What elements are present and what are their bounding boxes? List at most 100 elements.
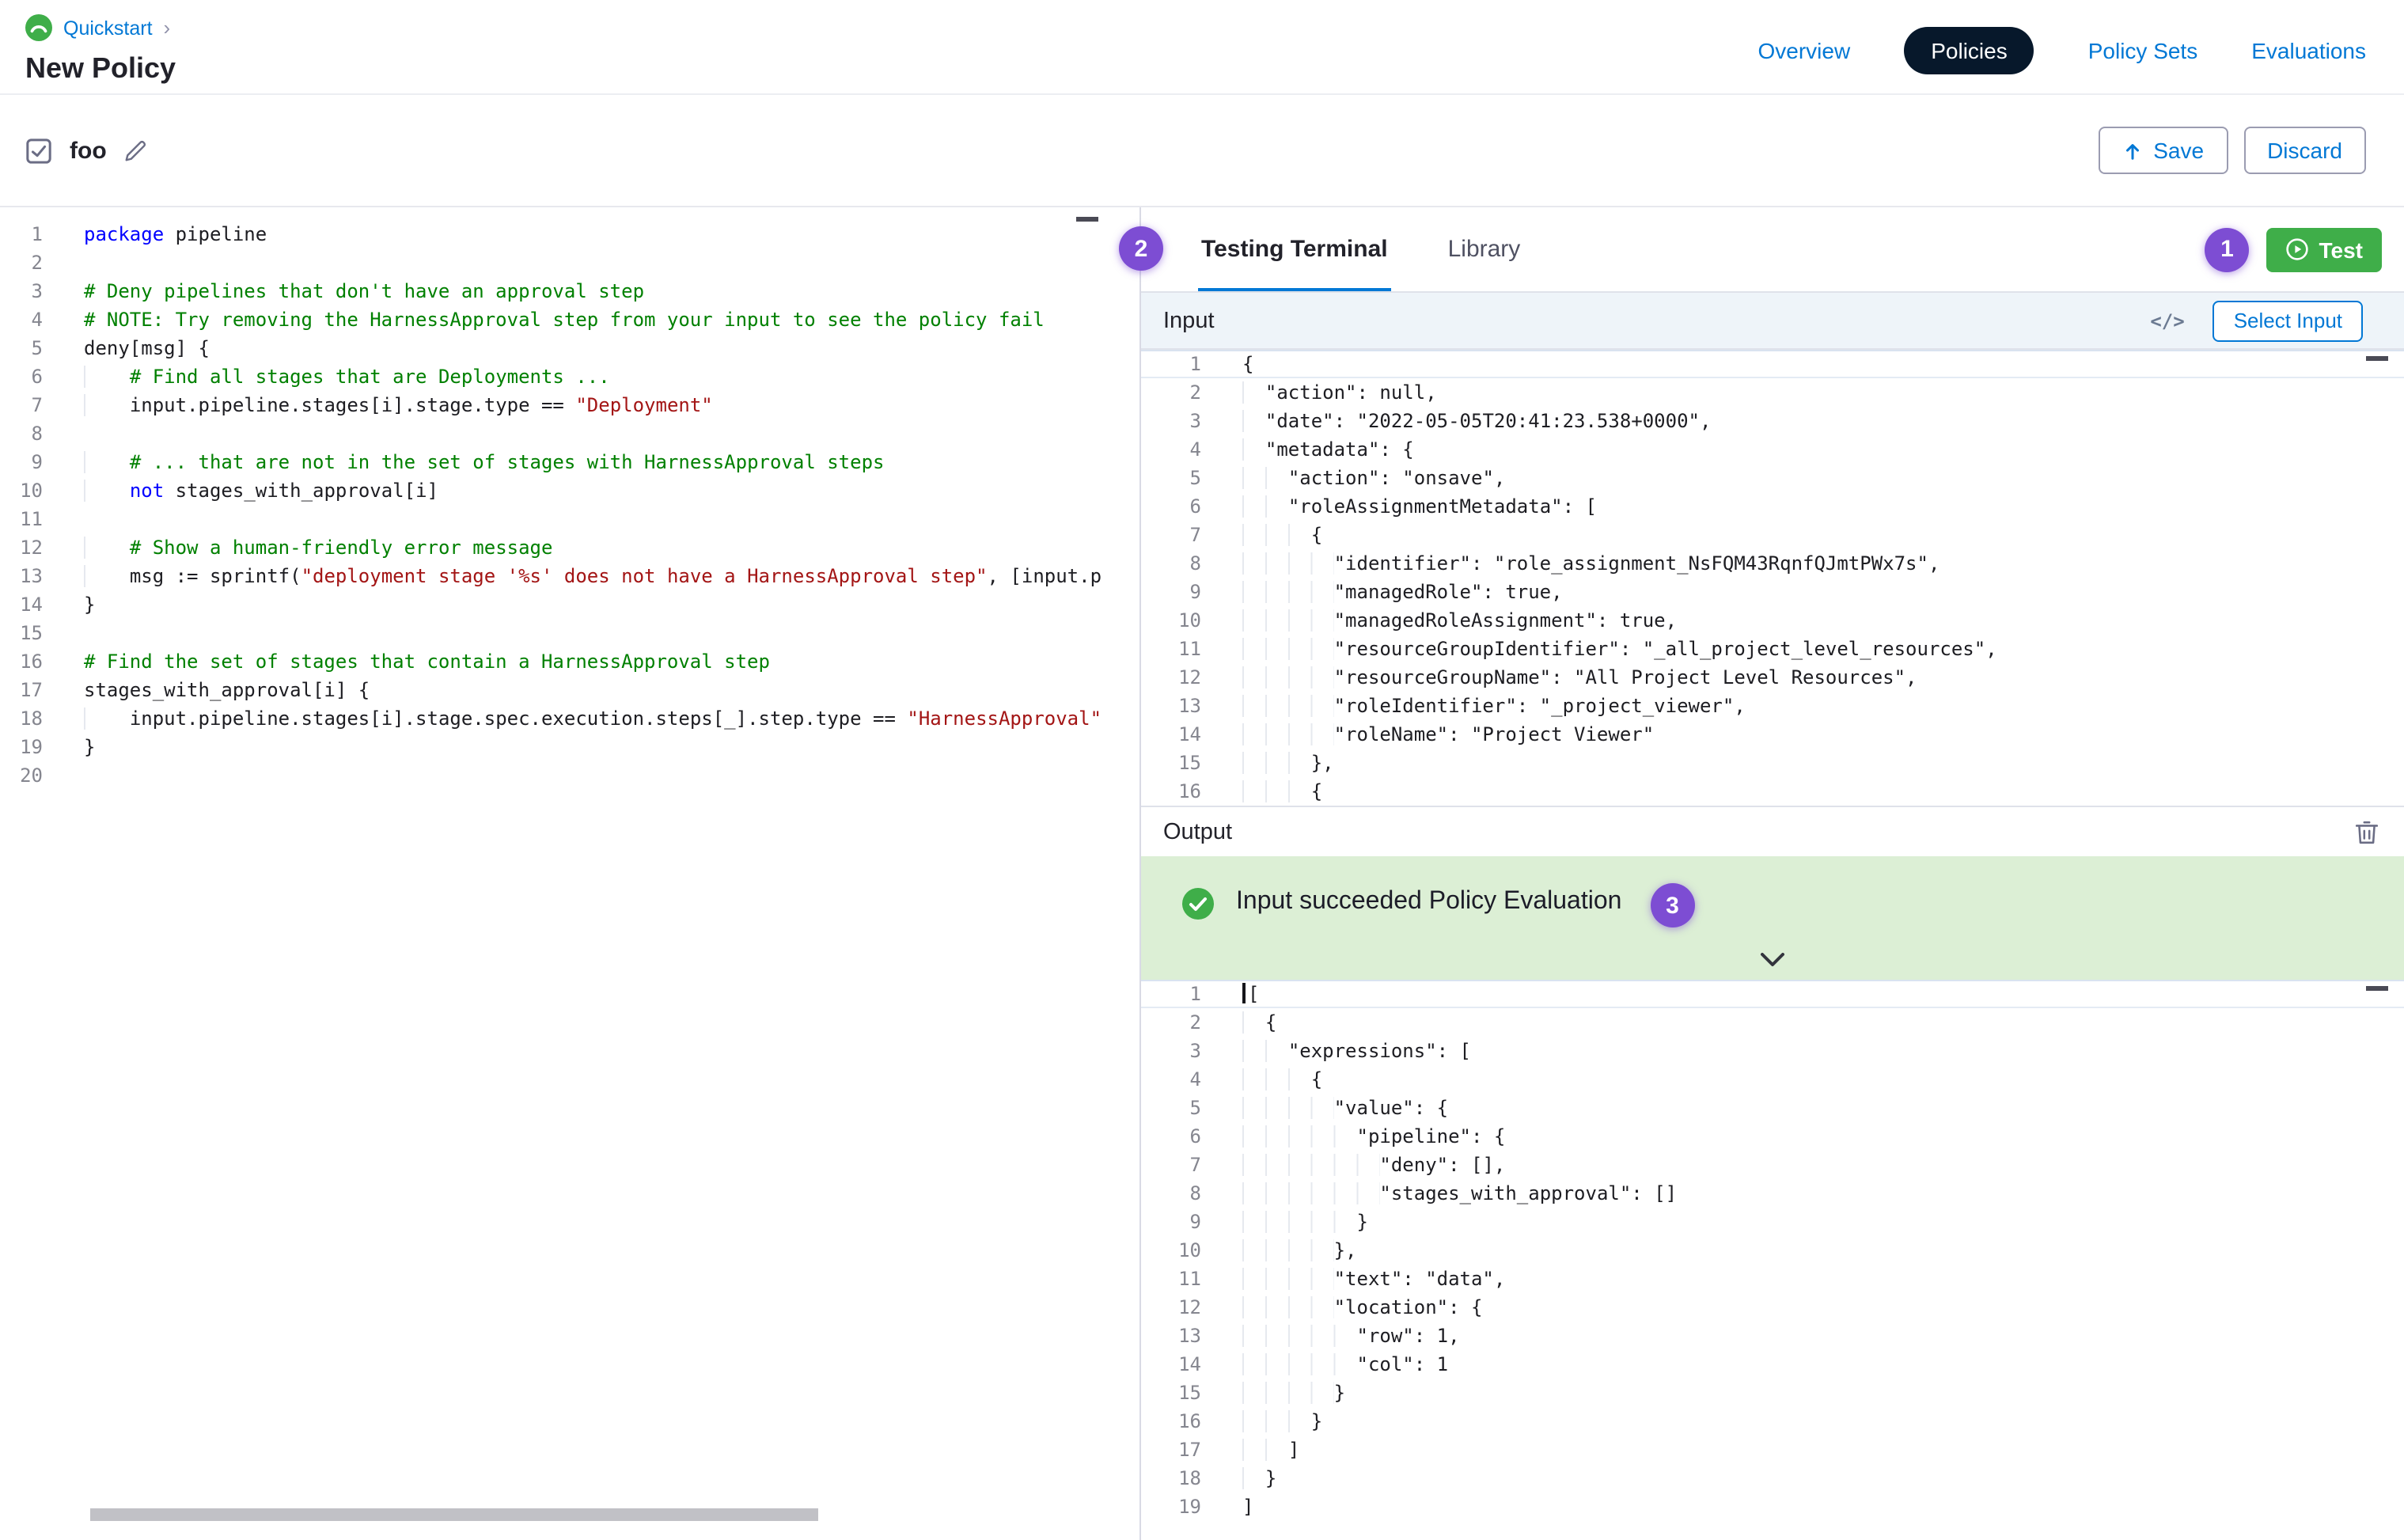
- line-content: # Find the set of stages that contain a …: [63, 647, 1139, 676]
- nav-policies[interactable]: Policies: [1904, 27, 2034, 74]
- code-line[interactable]: 17 ]: [1141, 1436, 2404, 1464]
- code-line[interactable]: 14 "col": 1: [1141, 1350, 2404, 1379]
- code-line[interactable]: 6 "roleAssignmentMetadata": [: [1141, 492, 2404, 521]
- code-line[interactable]: 2: [0, 248, 1139, 277]
- policy-code-lines: 1package pipeline23# Deny pipelines that…: [0, 220, 1139, 790]
- input-actions: </> Select Input: [2150, 300, 2363, 341]
- tab-testing-terminal[interactable]: Testing Terminal: [1198, 207, 1391, 291]
- code-line[interactable]: 13 "roleIdentifier": "_project_viewer",: [1141, 692, 2404, 720]
- code-line[interactable]: 4 {: [1141, 1065, 2404, 1094]
- code-line[interactable]: 9 # ... that are not in the set of stage…: [0, 448, 1139, 476]
- line-number: 9: [0, 448, 63, 476]
- code-line[interactable]: 5 "action": "onsave",: [1141, 464, 2404, 492]
- code-line[interactable]: 15 }: [1141, 1379, 2404, 1407]
- line-number: 4: [1141, 435, 1211, 464]
- code-line[interactable]: 5deny[msg] {: [0, 334, 1139, 362]
- top-nav: Overview Policies Policy Sets Evaluation…: [1758, 14, 2367, 74]
- code-line[interactable]: 8 "stages_with_approval": []: [1141, 1179, 2404, 1208]
- clear-output-button[interactable]: [2352, 816, 2382, 848]
- line-content: "managedRoleAssignment": true,: [1211, 606, 2404, 635]
- code-line[interactable]: 1[: [1141, 980, 2404, 1008]
- breadcrumb-link-quickstart[interactable]: Quickstart: [63, 17, 153, 39]
- code-line[interactable]: 1{: [1141, 350, 2404, 378]
- line-number: 15: [1141, 1379, 1211, 1407]
- code-line[interactable]: 7 input.pipeline.stages[i].stage.type ==…: [0, 391, 1139, 419]
- output-editor[interactable]: 1[2 {3 "expressions": [4 {5 "value": {6 …: [1141, 980, 2404, 1540]
- policy-code-editor[interactable]: 1package pipeline23# Deny pipelines that…: [0, 207, 1139, 1540]
- code-line[interactable]: 1package pipeline: [0, 220, 1139, 248]
- tour-badge-1[interactable]: 1: [2205, 227, 2250, 271]
- code-line[interactable]: 15 },: [1141, 749, 2404, 777]
- code-line[interactable]: 9 "managedRole": true,: [1141, 578, 2404, 606]
- code-line[interactable]: 17stages_with_approval[i] {: [0, 676, 1139, 704]
- test-button[interactable]: Test: [2267, 227, 2383, 271]
- code-line[interactable]: 4 "metadata": {: [1141, 435, 2404, 464]
- line-number: 2: [1141, 378, 1211, 407]
- code-line[interactable]: 9 }: [1141, 1208, 2404, 1236]
- line-number: 1: [1141, 350, 1211, 378]
- tour-badge-2[interactable]: 2: [1119, 226, 1163, 271]
- line-number: 6: [1141, 1122, 1211, 1151]
- code-line[interactable]: 8 "identifier": "role_assignment_NsFQM43…: [1141, 549, 2404, 578]
- tour-badge-3[interactable]: 3: [1650, 883, 1694, 927]
- code-line[interactable]: 3 "date": "2022-05-05T20:41:23.538+0000"…: [1141, 407, 2404, 435]
- code-line[interactable]: 6 # Find all stages that are Deployments…: [0, 362, 1139, 391]
- line-content: package pipeline: [63, 220, 1139, 248]
- code-line[interactable]: 2 {: [1141, 1008, 2404, 1037]
- input-editor[interactable]: 1{2 "action": null,3 "date": "2022-05-05…: [1141, 350, 2404, 806]
- code-line[interactable]: 11 "resourceGroupIdentifier": "_all_proj…: [1141, 635, 2404, 663]
- code-line[interactable]: 12 "location": {: [1141, 1293, 2404, 1322]
- nav-policy-sets[interactable]: Policy Sets: [2088, 38, 2198, 63]
- harness-project-logo-icon: [25, 14, 52, 41]
- line-number: 6: [0, 362, 63, 391]
- code-line[interactable]: 7 "deny": [],: [1141, 1151, 2404, 1179]
- code-line[interactable]: 12 # Show a human-friendly error message: [0, 533, 1139, 562]
- code-line[interactable]: 16# Find the set of stages that contain …: [0, 647, 1139, 676]
- select-input-button[interactable]: Select Input: [2213, 300, 2363, 341]
- line-content: }: [1211, 1208, 2404, 1236]
- code-brackets-icon[interactable]: </>: [2150, 309, 2184, 332]
- nav-evaluations[interactable]: Evaluations: [2251, 38, 2366, 63]
- line-number: 16: [0, 647, 63, 676]
- code-line[interactable]: 13 msg := sprintf("deployment stage '%s'…: [0, 562, 1139, 590]
- code-line[interactable]: 18 input.pipeline.stages[i].stage.spec.e…: [0, 704, 1139, 733]
- code-line[interactable]: 11 "text": "data",: [1141, 1265, 2404, 1293]
- edit-name-pencil-icon[interactable]: [124, 138, 148, 162]
- line-content: msg := sprintf("deployment stage '%s' do…: [63, 562, 1139, 590]
- code-line[interactable]: 13 "row": 1,: [1141, 1322, 2404, 1350]
- nav-overview[interactable]: Overview: [1758, 38, 1851, 63]
- code-line[interactable]: 14 "roleName": "Project Viewer": [1141, 720, 2404, 749]
- code-line[interactable]: 3 "expressions": [: [1141, 1037, 2404, 1065]
- code-line[interactable]: 18 }: [1141, 1464, 2404, 1493]
- code-line[interactable]: 19}: [0, 733, 1139, 761]
- discard-button[interactable]: Discard: [2243, 127, 2366, 174]
- collapse-chevron-icon[interactable]: [1760, 953, 1785, 967]
- line-number: 7: [1141, 1151, 1211, 1179]
- horizontal-scrollbar[interactable]: [90, 1508, 818, 1521]
- code-line[interactable]: 3# Deny pipelines that don't have an app…: [0, 277, 1139, 305]
- code-line[interactable]: 10 not stages_with_approval[i]: [0, 476, 1139, 505]
- line-number: 11: [1141, 1265, 1211, 1293]
- code-line[interactable]: 16 {: [1141, 777, 2404, 806]
- save-button[interactable]: Save: [2098, 127, 2228, 174]
- code-line[interactable]: 10 "managedRoleAssignment": true,: [1141, 606, 2404, 635]
- code-line[interactable]: 14}: [0, 590, 1139, 619]
- code-line[interactable]: 5 "value": {: [1141, 1094, 2404, 1122]
- code-line[interactable]: 8: [0, 419, 1139, 448]
- line-number: 8: [0, 419, 63, 448]
- code-line[interactable]: 7 {: [1141, 521, 2404, 549]
- code-line[interactable]: 10 },: [1141, 1236, 2404, 1265]
- code-line[interactable]: 16 }: [1141, 1407, 2404, 1436]
- line-number: 3: [1141, 1037, 1211, 1065]
- tab-library[interactable]: Library: [1445, 207, 1524, 291]
- testing-tabbar: 2 Testing Terminal Library 1 Test: [1141, 207, 2404, 291]
- code-line[interactable]: 20: [0, 761, 1139, 790]
- code-line[interactable]: 12 "resourceGroupName": "All Project Lev…: [1141, 663, 2404, 692]
- code-line[interactable]: 11: [0, 505, 1139, 533]
- line-number: 18: [0, 704, 63, 733]
- code-line[interactable]: 15: [0, 619, 1139, 647]
- code-line[interactable]: 2 "action": null,: [1141, 378, 2404, 407]
- code-line[interactable]: 4# NOTE: Try removing the HarnessApprova…: [0, 305, 1139, 334]
- code-line[interactable]: 19]: [1141, 1493, 2404, 1521]
- code-line[interactable]: 6 "pipeline": {: [1141, 1122, 2404, 1151]
